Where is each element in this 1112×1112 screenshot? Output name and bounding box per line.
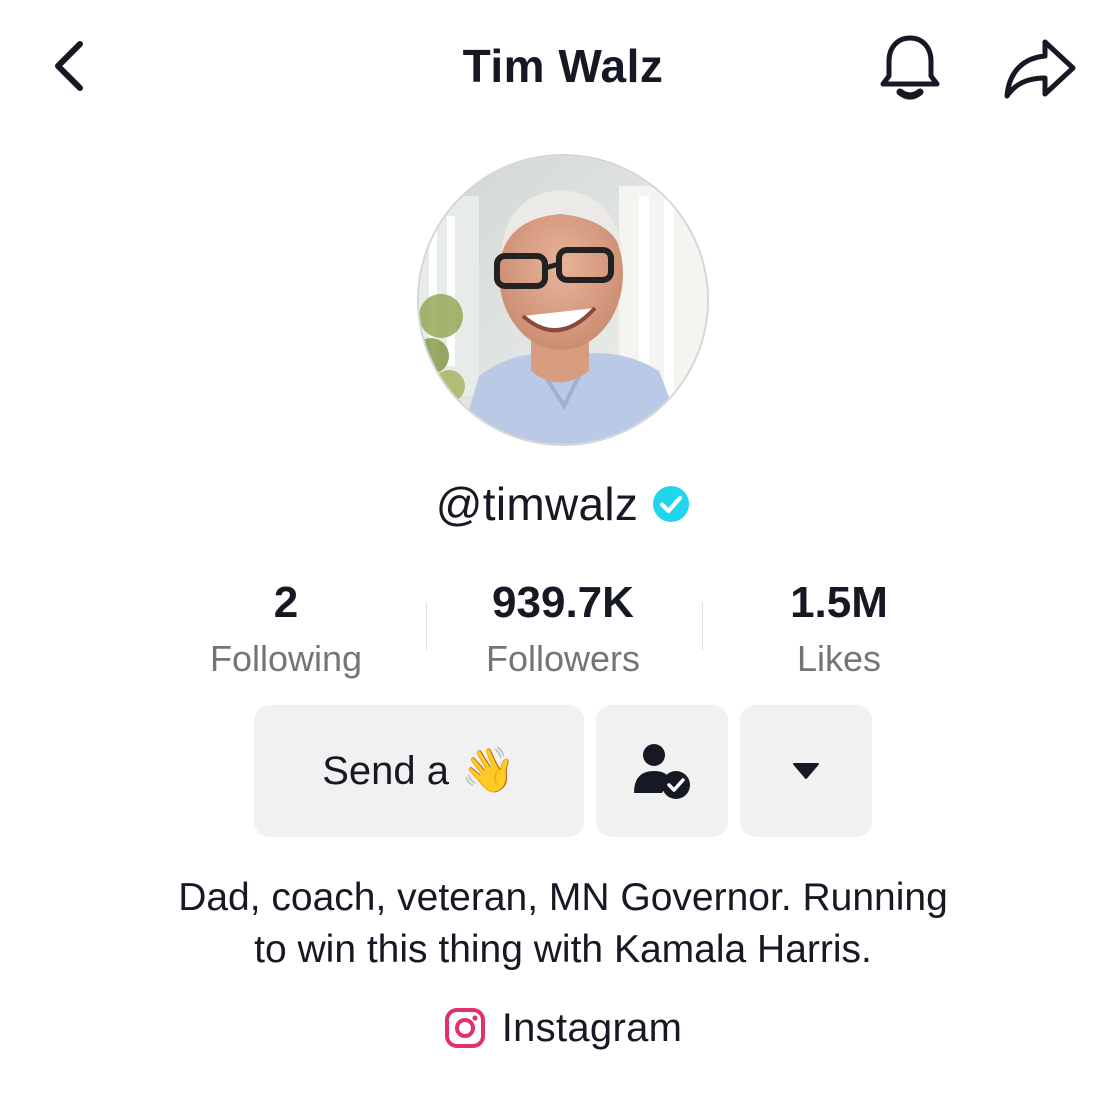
username-row: @timwalz: [0, 474, 1112, 534]
more-options-button[interactable]: [740, 705, 872, 837]
instagram-link[interactable]: Instagram: [0, 1000, 1112, 1056]
verified-badge-icon: [652, 485, 690, 523]
avatar[interactable]: [419, 156, 707, 444]
bell-icon: [880, 35, 940, 100]
caret-down-icon: [793, 763, 819, 779]
share-button[interactable]: [998, 28, 1082, 108]
send-wave-button[interactable]: Send a 👋: [254, 705, 584, 837]
stat-divider: [702, 602, 703, 650]
notification-button[interactable]: [870, 28, 950, 108]
share-arrow-icon: [1004, 39, 1076, 99]
following-status-button[interactable]: [596, 705, 728, 837]
instagram-label: Instagram: [501, 1005, 683, 1050]
username: @timwalz: [435, 478, 639, 530]
stat-label: Followers: [485, 638, 641, 679]
stat-value: 1.5M: [790, 578, 888, 627]
avatar-photo: [419, 156, 707, 444]
user-check-icon: [634, 744, 690, 799]
stat-likes[interactable]: 1.5M Likes: [709, 574, 969, 686]
stat-value: 2: [273, 578, 299, 627]
stat-divider: [426, 602, 427, 650]
send-wave-label: Send a: [322, 748, 449, 793]
instagram-icon: [444, 1007, 486, 1049]
stat-label: Likes: [796, 638, 882, 679]
stat-followers[interactable]: 939.7K Followers: [433, 574, 693, 686]
stat-following[interactable]: 2 Following: [156, 574, 416, 686]
stat-value: 939.7K: [492, 578, 634, 627]
wave-emoji-icon: 👋: [460, 746, 516, 795]
profile-bio: Dad, coach, veteran, MN Governor. Runnin…: [178, 876, 948, 971]
stat-label: Following: [209, 638, 363, 679]
